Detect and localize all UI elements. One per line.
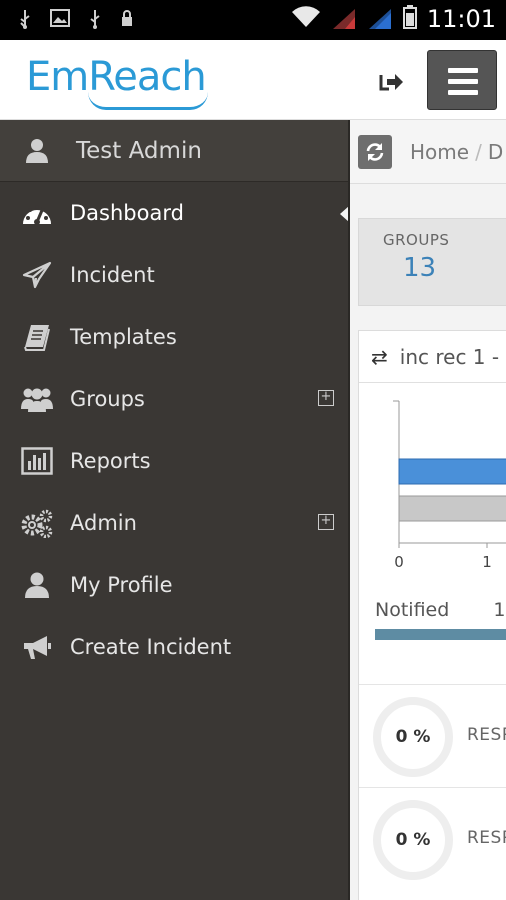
battery-icon xyxy=(402,5,417,33)
x-tick-label: 0 xyxy=(394,553,404,571)
incident-panel: ⇄ inc rec 1 - 01 Notified 1 0 % RESP 0 %… xyxy=(358,330,506,900)
sidebar-item-admin[interactable]: Admin + xyxy=(0,492,348,554)
notified-progress-bar xyxy=(375,629,506,640)
gears-icon xyxy=(20,506,54,540)
notified-row: Notified 1 xyxy=(375,599,505,621)
notification-icons xyxy=(18,9,134,34)
megaphone-icon xyxy=(20,630,54,664)
sidebar-item-label: Reports xyxy=(70,449,151,473)
dashboard-icon xyxy=(20,196,54,230)
sidebar-item-groups[interactable]: Groups + xyxy=(0,368,348,430)
sidebar: Test Admin Dashboard Incident Templates … xyxy=(0,120,349,900)
sidebar-item-create-incident[interactable]: Create Incident xyxy=(0,616,348,678)
sidebar-item-reports[interactable]: Reports xyxy=(0,430,348,492)
status-bar: 11:01 xyxy=(0,0,506,40)
lock-icon xyxy=(120,9,134,34)
clock: 11:01 xyxy=(426,5,496,33)
user-name: Test Admin xyxy=(76,137,202,164)
response-label: RESP xyxy=(467,828,506,848)
breadcrumb-trail: Home / D xyxy=(410,140,503,164)
sidebar-item-my-profile[interactable]: My Profile xyxy=(0,554,348,616)
stat-label: GROUPS xyxy=(383,231,450,249)
response-row: 0 % RESP xyxy=(359,787,506,887)
signal-icon xyxy=(331,8,357,30)
breadcrumb-current: D xyxy=(487,139,504,164)
usb-icon xyxy=(18,9,32,34)
panel-header[interactable]: ⇄ inc rec 1 - xyxy=(359,331,506,383)
notified-label: Notified xyxy=(375,599,450,621)
wifi-icon xyxy=(291,6,321,32)
sidebar-user[interactable]: Test Admin xyxy=(0,120,348,182)
notified-value: 1 xyxy=(493,599,506,621)
book-icon xyxy=(20,320,54,354)
paper-plane-icon xyxy=(20,258,54,292)
sidebar-item-label: My Profile xyxy=(70,573,173,597)
stat-value: 13 xyxy=(403,253,437,283)
expand-icon[interactable]: + xyxy=(318,514,334,530)
response-label: RESP xyxy=(467,725,506,745)
breadcrumb-home[interactable]: Home xyxy=(410,140,469,164)
user-icon xyxy=(20,568,54,602)
signal-icon xyxy=(367,8,393,30)
logout-icon[interactable] xyxy=(378,68,406,96)
app-header: EmReach xyxy=(0,40,506,120)
hamburger-icon-line xyxy=(448,79,478,84)
panel-title: inc rec 1 - xyxy=(399,344,500,369)
users-icon xyxy=(20,382,54,416)
response-percent-ring: 0 % xyxy=(373,800,453,880)
sidebar-item-label: Create Incident xyxy=(70,635,232,659)
logo-swoosh xyxy=(88,92,208,110)
incident-bar-chart: 01 xyxy=(393,400,506,571)
menu-toggle-button[interactable] xyxy=(427,50,497,110)
response-row: 0 % RESP xyxy=(359,684,506,784)
chart-bar xyxy=(398,458,506,485)
sidebar-item-dashboard[interactable]: Dashboard xyxy=(0,182,349,244)
hamburger-icon xyxy=(448,68,478,73)
breadcrumb: Home / D xyxy=(350,120,506,184)
sidebar-item-templates[interactable]: Templates xyxy=(0,306,348,368)
swap-icon: ⇄ xyxy=(371,344,388,369)
expand-icon[interactable]: + xyxy=(318,390,334,406)
image-icon xyxy=(50,9,70,34)
breadcrumb-separator: / xyxy=(475,139,482,164)
response-percent-ring: 0 % xyxy=(373,697,453,777)
x-tick-label: 1 xyxy=(482,553,492,571)
sidebar-item-incident[interactable]: Incident xyxy=(0,244,348,306)
user-icon xyxy=(20,134,54,168)
groups-stat-card[interactable]: GROUPS 13 xyxy=(358,218,506,306)
refresh-icon[interactable] xyxy=(358,134,392,169)
sidebar-item-label: Templates xyxy=(70,325,177,349)
system-icons: 11:01 xyxy=(291,5,496,33)
bar-chart-icon xyxy=(20,444,54,478)
usb-icon xyxy=(88,9,102,34)
sidebar-item-label: Dashboard xyxy=(70,201,184,225)
sidebar-item-label: Groups xyxy=(70,387,145,411)
hamburger-icon-line xyxy=(448,90,478,95)
sidebar-item-label: Admin xyxy=(70,511,137,535)
main-content: Home / D GROUPS 13 ⇄ inc rec 1 - 01 Notifi… xyxy=(348,120,506,900)
chart-bar xyxy=(398,495,506,522)
sidebar-item-label: Incident xyxy=(70,263,155,287)
